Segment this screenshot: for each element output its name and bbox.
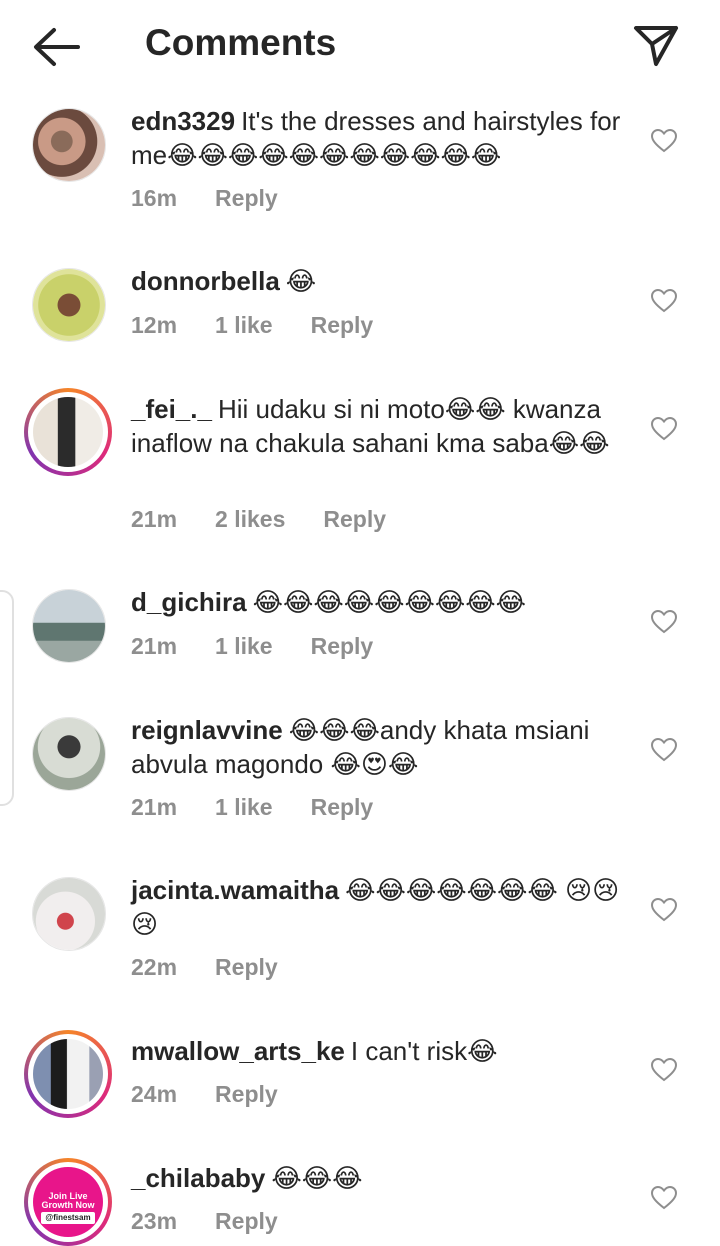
- heart-icon[interactable]: [651, 417, 677, 441]
- comment-meta: 21m 2 likes Reply: [131, 506, 424, 533]
- comment-time: 21m: [131, 794, 178, 820]
- comment-meta: 22m Reply: [131, 954, 316, 981]
- avatar[interactable]: [32, 268, 106, 342]
- comment-time: 24m: [131, 1081, 178, 1107]
- comment-body: I can't risk😂: [350, 1036, 498, 1066]
- reply-button[interactable]: Reply: [215, 1208, 278, 1235]
- back-button[interactable]: [30, 24, 82, 70]
- comment-likes[interactable]: 1 like: [215, 794, 273, 821]
- avatar-image: [33, 590, 105, 662]
- comment-username[interactable]: _fei_._: [131, 394, 212, 424]
- avatar-image: [33, 878, 105, 950]
- comment-username[interactable]: _chilababy: [131, 1163, 265, 1193]
- promo-line-2: Growth Now: [41, 1200, 95, 1210]
- reply-button[interactable]: Reply: [215, 1081, 278, 1108]
- comment-body: 😂: [285, 266, 317, 296]
- comment-username[interactable]: mwallow_arts_ke: [131, 1036, 345, 1066]
- heart-icon[interactable]: [651, 1058, 677, 1082]
- comment-meta: 12m 1 like Reply: [131, 312, 411, 339]
- comment-text: jacinta.wamaitha 😂😂😂😂😂😂😂 😢😢😢: [131, 873, 631, 941]
- page-title: Comments: [145, 22, 337, 63]
- avatar[interactable]: [32, 589, 106, 663]
- heart-icon[interactable]: [651, 610, 677, 634]
- comment-time: 16m: [131, 185, 178, 211]
- comment-likes[interactable]: 1 like: [215, 633, 273, 660]
- comment-likes[interactable]: 2 likes: [215, 506, 285, 533]
- comment-time: 21m: [131, 506, 178, 532]
- avatar-ring-gap: Join Live Growth Now @finestsam: [28, 1162, 108, 1242]
- comment-text: mwallow_arts_ke I can't risk😂: [131, 1034, 631, 1068]
- comment-body: 😂😂😂: [271, 1163, 363, 1193]
- comment-time: 21m: [131, 633, 178, 659]
- avatar-story-ring[interactable]: Join Live Growth Now @finestsam: [24, 1158, 112, 1246]
- comment-time: 12m: [131, 312, 178, 338]
- comment-meta: 21m 1 like Reply: [131, 633, 411, 660]
- comment-meta: 21m 1 like Reply: [131, 794, 411, 821]
- avatar-ring-gap: [28, 1034, 108, 1114]
- avatar-image: [33, 397, 103, 467]
- share-button[interactable]: [630, 20, 682, 72]
- comment-text: edn3329 It's the dresses and hairstyles f…: [131, 104, 631, 172]
- heart-icon[interactable]: [651, 129, 677, 153]
- comment-username[interactable]: reignlavvine: [131, 715, 283, 745]
- comment-text: reignlavvine 😂😂😂andy khata msiani abvula …: [131, 713, 631, 781]
- heart-icon[interactable]: [651, 1186, 677, 1210]
- promo-handle: @finestsam: [41, 1212, 95, 1224]
- avatar-image: [33, 1039, 103, 1109]
- comment-likes[interactable]: 1 like: [215, 312, 273, 339]
- reply-button[interactable]: Reply: [323, 506, 386, 533]
- avatar[interactable]: [32, 877, 106, 951]
- avatar-story-ring[interactable]: [24, 1030, 112, 1118]
- reply-button[interactable]: Reply: [311, 794, 374, 821]
- reply-button[interactable]: Reply: [311, 312, 374, 339]
- comment-username[interactable]: donnorbella: [131, 266, 280, 296]
- comment-text: d_gichira 😂😂😂😂😂😂😂😂😂: [131, 585, 631, 619]
- top-bar: Comments: [0, 0, 720, 92]
- avatar[interactable]: [32, 108, 106, 182]
- comment-text: _chilababy 😂😂😂: [131, 1161, 631, 1195]
- heart-icon[interactable]: [651, 898, 677, 922]
- heart-icon[interactable]: [651, 289, 677, 313]
- reply-button[interactable]: Reply: [311, 633, 374, 660]
- comment-body: 😂😂😂😂😂😂😂😂😂: [252, 587, 527, 617]
- avatar[interactable]: [32, 717, 106, 791]
- reply-button[interactable]: Reply: [215, 954, 278, 981]
- comment-meta: 23m Reply: [131, 1208, 316, 1235]
- heart-icon[interactable]: [651, 738, 677, 762]
- comment-username[interactable]: edn3329: [131, 106, 235, 136]
- avatar-image: [33, 269, 105, 341]
- comment-time: 23m: [131, 1208, 178, 1234]
- comment-text: _fei_._ Hii udaku si ni moto😂😂 kwanza ina…: [131, 392, 631, 460]
- comment-meta: 24m Reply: [131, 1081, 316, 1108]
- comment-time: 22m: [131, 954, 178, 980]
- paper-plane-icon: [634, 26, 678, 66]
- avatar-story-ring[interactable]: [24, 388, 112, 476]
- comment-username[interactable]: d_gichira: [131, 587, 247, 617]
- avatar-image: [33, 718, 105, 790]
- comment-meta: 16m Reply: [131, 185, 316, 212]
- comment-username[interactable]: jacinta.wamaitha: [131, 875, 339, 905]
- avatar-image: [33, 109, 105, 181]
- comment-text: donnorbella 😂: [131, 264, 631, 298]
- arrow-left-icon: [34, 28, 80, 66]
- avatar-ring-gap: [28, 392, 108, 472]
- reply-button[interactable]: Reply: [215, 185, 278, 212]
- avatar-image: Join Live Growth Now @finestsam: [33, 1167, 103, 1237]
- side-panel-edge: [0, 590, 14, 806]
